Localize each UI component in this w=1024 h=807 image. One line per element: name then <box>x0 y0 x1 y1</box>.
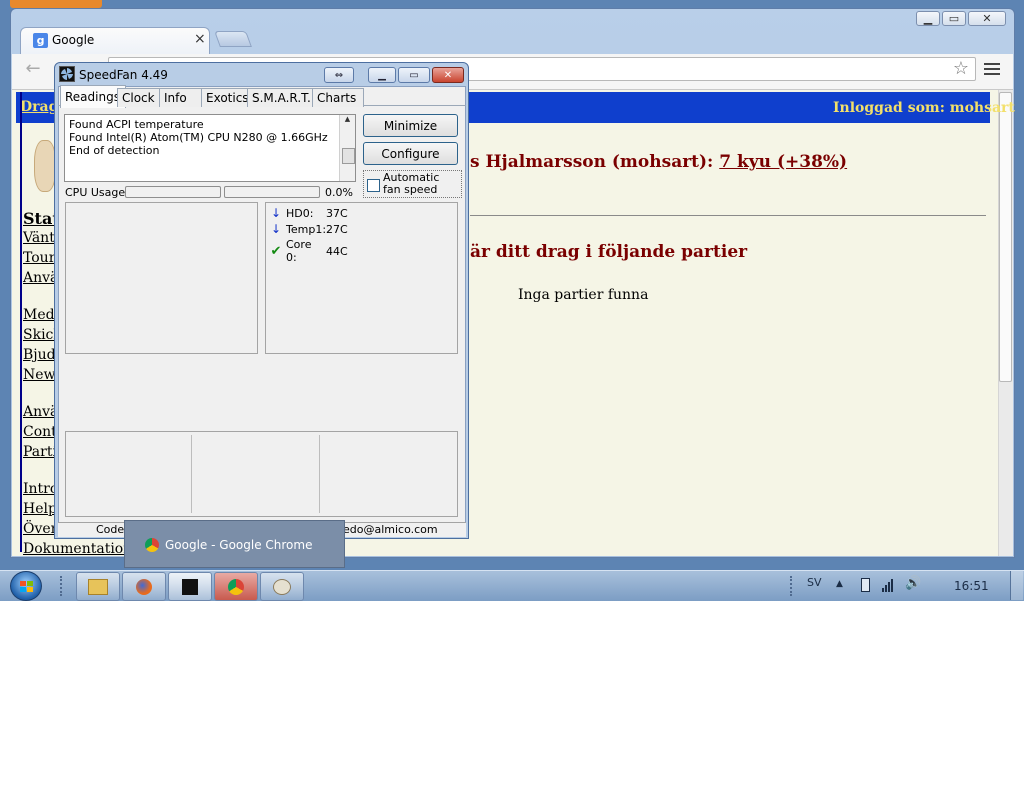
chrome-menu-icon[interactable] <box>984 62 1000 76</box>
volume-icon[interactable]: 🔊 <box>905 576 921 591</box>
start-button[interactable] <box>10 571 42 601</box>
log-line: Found Intel(R) Atom(TM) CPU N280 @ 1.66G… <box>69 131 328 144</box>
speedfan-taskbar-icon <box>182 578 198 595</box>
cpu-usage-bar-2 <box>224 186 320 198</box>
taskbar-firefox[interactable] <box>122 572 166 601</box>
voltages-divider <box>319 435 320 513</box>
logged-in-label: Inloggad som: mohsart <box>833 100 1015 116</box>
sensor-value: 44C <box>326 244 348 258</box>
tab-title: Google <box>52 33 95 47</box>
back-arrow-icon[interactable]: ← <box>22 58 44 80</box>
tab-charts[interactable]: Charts <box>312 88 364 107</box>
folder-icon <box>88 578 108 595</box>
sidebar-link-documentation[interactable]: Dokumentation <box>23 541 132 557</box>
arrow-down-icon: ↓ <box>270 206 282 220</box>
speedfan-minimize-button[interactable]: ▁ <box>368 67 396 83</box>
auto-fan-checkbox[interactable] <box>367 179 380 192</box>
player-name: s Hjalmarsson (mohsart): <box>470 152 720 172</box>
fan-speeds-panel <box>65 202 258 354</box>
sensor-name: Core 0: <box>286 238 312 264</box>
speedfan-fan-icon <box>59 66 75 82</box>
tab-close-icon[interactable]: × <box>194 31 206 47</box>
clock[interactable]: 16:51 <box>954 579 989 593</box>
sidebar-link-new[interactable]: New <box>23 367 56 383</box>
chrome-taskbar-icon <box>228 578 244 595</box>
sensor-core0: ✔ Core 0: 44C <box>270 238 348 264</box>
player-rank-link[interactable]: 7 kyu (+38%) <box>719 152 847 172</box>
speedfan-title: SpeedFan 4.49 <box>79 68 168 82</box>
check-icon: ✔ <box>270 243 282 259</box>
sensor-name: Temp1: <box>286 222 327 236</box>
minimize-button[interactable]: Minimize <box>363 114 458 137</box>
tray-expand-icon[interactable]: ▲ <box>836 579 843 589</box>
preview-label: Google - Google Chrome <box>165 538 313 552</box>
taskbar-grip-icon <box>60 576 64 596</box>
cpu-usage-bar-1 <box>125 186 221 198</box>
background-window-edge <box>10 0 102 8</box>
taskbar-speedfan[interactable] <box>168 572 212 601</box>
cpu-usage-value: 0.0% <box>325 186 353 199</box>
auto-fan-label: Automatic fan speed <box>383 171 440 196</box>
chrome-maximize-button[interactable]: ▭ <box>942 11 966 26</box>
taskbar-chrome[interactable] <box>214 572 258 601</box>
configure-button[interactable]: Configure <box>363 142 458 165</box>
auto-fan-option[interactable]: Automatic fan speed <box>363 170 462 198</box>
arrow-down-icon: ↓ <box>270 222 282 236</box>
scrollbar-thumb[interactable] <box>999 92 1012 382</box>
signal-icon[interactable] <box>882 578 898 592</box>
games-heading: är ditt drag i följande partier <box>470 242 748 262</box>
log-line: End of detection <box>69 144 160 157</box>
chrome-minimize-button[interactable]: ▁ <box>916 11 940 26</box>
speedfan-close-button[interactable]: ✕ <box>432 67 464 83</box>
sensor-value: 27C <box>326 222 348 236</box>
sidebar-link-overview[interactable]: Över <box>23 521 57 537</box>
log-scrollbar[interactable]: ▲ <box>339 115 355 181</box>
log-line: Found ACPI temperature <box>69 118 204 131</box>
paint-icon <box>273 578 291 595</box>
tab-smart[interactable]: S.M.A.R.T. <box>247 88 320 107</box>
voltages-divider <box>191 435 192 513</box>
no-games-text: Inga partier funna <box>518 287 649 303</box>
detection-log: Found ACPI temperature Found Intel(R) At… <box>64 114 356 182</box>
sensor-temp1: ↓ Temp1: 27C <box>270 222 348 236</box>
dragon-logo-icon <box>34 140 56 192</box>
sidebar-link-contacts[interactable]: Cont <box>23 424 57 440</box>
cpu-usage-label: CPU Usage <box>65 186 126 199</box>
taskbar-paint[interactable] <box>260 572 304 601</box>
sensor-hd0: ↓ HD0: 37C <box>270 206 348 220</box>
voltages-panel <box>65 431 458 517</box>
new-tab-button[interactable] <box>214 31 252 47</box>
sidebar-link-help[interactable]: Help <box>23 501 57 517</box>
status-left-text: Code <box>96 523 125 536</box>
taskbar-explorer[interactable] <box>76 572 120 601</box>
log-scroll-thumb[interactable] <box>342 148 355 164</box>
bookmark-star-icon[interactable]: ☆ <box>950 58 972 80</box>
sidebar-link-invite[interactable]: Bjud <box>23 347 56 363</box>
language-indicator[interactable]: SV <box>807 576 822 589</box>
speedfan-resize-button[interactable]: ⇔ <box>324 67 354 83</box>
status-email-link[interactable]: edo@almico.com <box>343 523 438 536</box>
player-heading: s Hjalmarsson (mohsart): 7 kyu (+38%) <box>470 152 847 172</box>
chrome-close-button[interactable]: ✕ <box>968 11 1006 26</box>
battery-icon[interactable] <box>861 578 870 592</box>
chrome-icon <box>145 538 159 552</box>
tab-google[interactable]: g Google × <box>20 27 210 54</box>
firefox-icon <box>136 578 152 595</box>
show-desktop-button[interactable] <box>1010 571 1023 600</box>
page-divider <box>470 215 986 216</box>
tray-grip-icon <box>790 576 794 596</box>
taskbar-thumbnail-preview[interactable]: Google - Google Chrome <box>124 520 345 568</box>
speedfan-maximize-button[interactable]: ▭ <box>398 67 430 83</box>
google-favicon-icon: g <box>33 33 48 48</box>
sensor-value: 37C <box>326 206 348 220</box>
sensor-name: HD0: <box>286 206 314 220</box>
